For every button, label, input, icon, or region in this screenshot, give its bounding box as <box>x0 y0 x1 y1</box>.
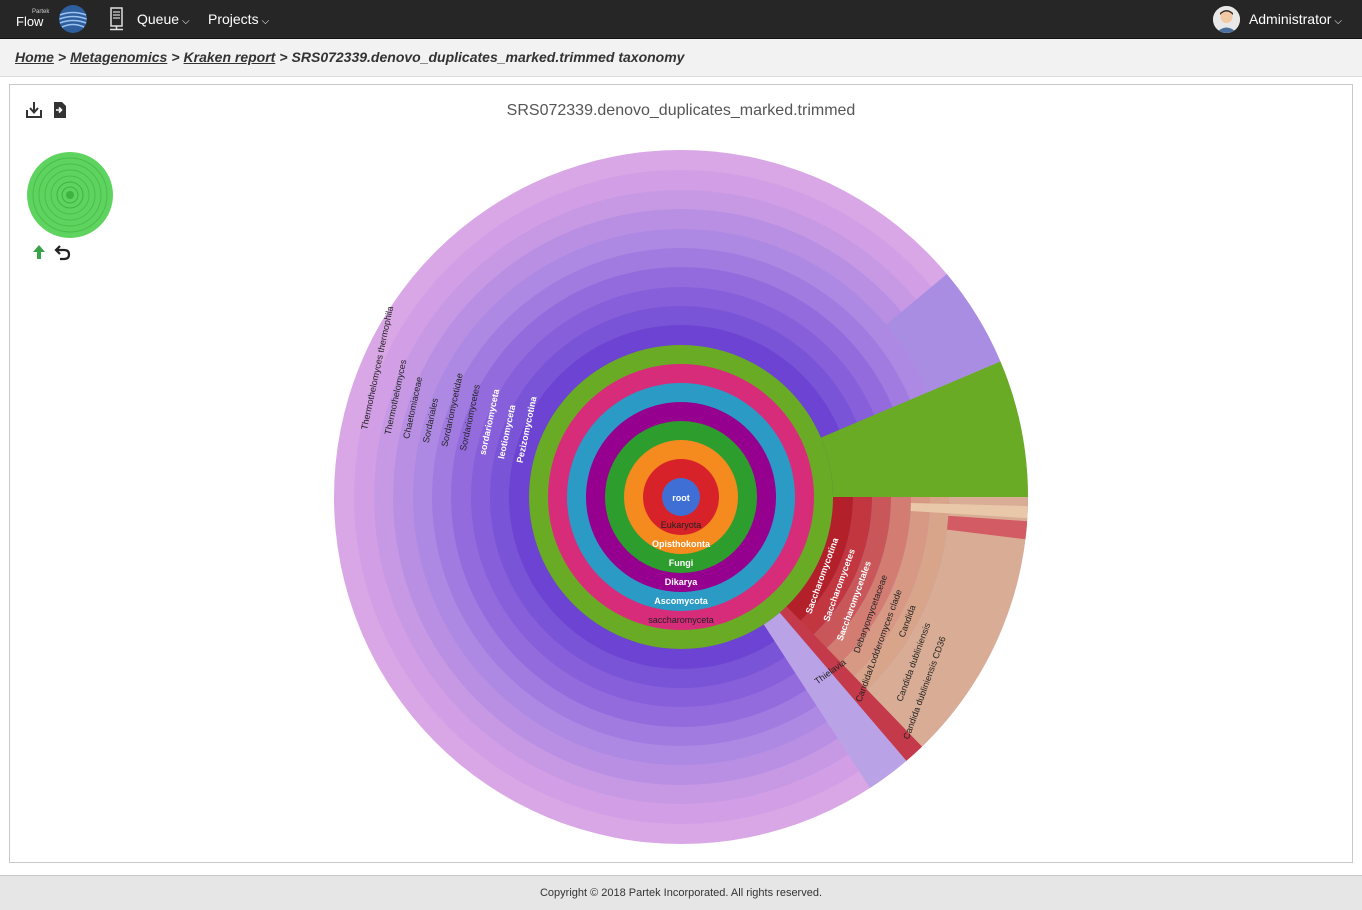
globe-logo-icon <box>59 5 87 33</box>
breadcrumb-separator: > <box>171 49 180 65</box>
nav-projects[interactable]: Projects ⌵ <box>208 11 269 27</box>
breadcrumb-bar: Home > Metagenomics > Kraken report > SRS07233… <box>0 39 1362 77</box>
breadcrumb-separator: > <box>57 49 67 65</box>
arrow-up-icon[interactable] <box>30 243 48 261</box>
chart-panel: root Eukaryota Opisthokonta Fungi Dikarya Asc… <box>9 84 1353 863</box>
nav-queue[interactable]: Queue ⌵ <box>137 11 190 27</box>
sunburst-ring-label: Opisthokonta <box>652 539 711 549</box>
sunburst-chart[interactable]: root Eukaryota Opisthokonta Fungi Dikarya Asc… <box>10 85 1352 862</box>
sunburst-ring-label: Dikarya <box>665 577 699 587</box>
breadcrumb-home[interactable]: Home <box>15 49 54 65</box>
user-name: Administrator <box>1248 11 1332 27</box>
chevron-down-icon: ⌵ <box>261 16 270 27</box>
partek-flow-logo[interactable]: Partek Flow <box>12 4 92 34</box>
nav-projects-label: Projects <box>208 11 259 27</box>
export-file-icon[interactable] <box>52 101 68 119</box>
nav-queue-label: Queue <box>137 11 180 27</box>
server-icon[interactable] <box>108 7 126 31</box>
sunburst-ring-label: Ascomycota <box>654 596 709 606</box>
copyright-text: Copyright © 2018 Partek Incorporated. Al… <box>539 887 823 899</box>
top-navbar: Partek Flow Queue ⌵ Projects ⌵ Administr… <box>0 0 1362 39</box>
breadcrumb-current: SRS072339.denovo_duplicates_marked.trimm… <box>291 49 685 65</box>
brand-name-label: Flow <box>16 14 44 29</box>
chart-title: SRS072339.denovo_duplicates_marked.trimm… <box>506 102 856 119</box>
minimap-thumbnail[interactable] <box>26 151 114 239</box>
undo-icon[interactable] <box>54 243 72 261</box>
breadcrumb-metagenomics[interactable]: Metagenomics <box>70 49 167 65</box>
breadcrumb-kraken-report[interactable]: Kraken report <box>184 49 276 65</box>
user-menu[interactable]: Administrator ⌵ <box>1212 6 1342 34</box>
sunburst-ring-label: Eukaryota <box>661 520 702 530</box>
download-icon[interactable] <box>26 101 42 119</box>
avatar <box>1212 6 1240 33</box>
breadcrumb-separator: > <box>279 49 288 65</box>
footer: Copyright © 2018 Partek Incorporated. Al… <box>0 875 1362 910</box>
chevron-down-icon: ⌵ <box>1334 16 1342 27</box>
chevron-down-icon: ⌵ <box>182 16 190 27</box>
sunburst-ring-label: root <box>672 493 690 503</box>
sunburst-ring-label: Fungi <box>669 558 694 568</box>
sunburst-ring-label: saccharomyceta <box>648 615 714 625</box>
breadcrumb: Home > Metagenomics > Kraken report > SRS07233… <box>15 49 684 65</box>
